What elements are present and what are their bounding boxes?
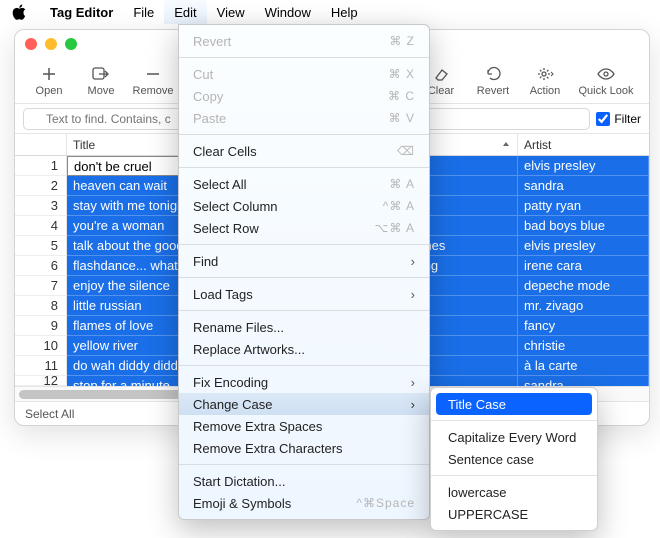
menu-load-tags[interactable]: Load Tags› (179, 283, 429, 305)
chevron-right-icon: › (411, 287, 415, 302)
app-name[interactable]: Tag Editor (40, 5, 123, 20)
col-number[interactable] (15, 134, 67, 155)
submenu-capitalize[interactable]: Capitalize Every Word (436, 426, 592, 448)
change-case-submenu: Title Case Capitalize Every Word Sentenc… (430, 387, 598, 531)
menu-window[interactable]: Window (255, 0, 321, 24)
menu-select-row[interactable]: Select Row⌥⌘ A (179, 217, 429, 239)
delete-key-icon: ⌫ (397, 144, 415, 158)
menu-help[interactable]: Help (321, 0, 368, 24)
plus-icon (39, 65, 59, 83)
minimize-button[interactable] (45, 38, 57, 50)
action-button[interactable]: Action (519, 60, 571, 102)
window-controls (25, 38, 77, 50)
remove-button[interactable]: Remove (127, 60, 179, 102)
chevron-right-icon: › (411, 254, 415, 269)
move-button[interactable]: Move (75, 60, 127, 102)
menu-remove-spaces[interactable]: Remove Extra Spaces (179, 415, 429, 437)
menu-cut[interactable]: Cut⌘ X (179, 63, 429, 85)
quicklook-button[interactable]: Quick Look (571, 60, 641, 102)
filter-label: Filter (614, 112, 641, 126)
menu-select-all[interactable]: Select All⌘ A (179, 173, 429, 195)
menu-file[interactable]: File (123, 0, 164, 24)
minus-icon (143, 65, 163, 83)
close-button[interactable] (25, 38, 37, 50)
menu-find[interactable]: Find› (179, 250, 429, 272)
chevron-right-icon: › (411, 397, 415, 412)
submenu-uppercase[interactable]: UPPERCASE (436, 503, 592, 525)
menu-rename-files[interactable]: Rename Files... (179, 316, 429, 338)
maximize-button[interactable] (65, 38, 77, 50)
menu-fix-encoding[interactable]: Fix Encoding› (179, 371, 429, 393)
submenu-lowercase[interactable]: lowercase (436, 481, 592, 503)
status-text: Select All (25, 407, 74, 421)
eye-icon (596, 65, 616, 83)
menu-edit[interactable]: Edit (164, 0, 206, 24)
eraser-icon (431, 65, 451, 83)
apple-menu-icon[interactable] (12, 3, 30, 21)
edit-menu-dropdown: Revert⌘ Z Cut⌘ X Copy⌘ C Paste⌘ V Clear … (178, 24, 430, 520)
filter-checkbox[interactable] (596, 112, 610, 126)
open-button[interactable]: Open (23, 60, 75, 102)
menu-replace-artworks[interactable]: Replace Artworks... (179, 338, 429, 360)
menubar: Tag Editor File Edit View Window Help (0, 0, 660, 24)
menu-paste[interactable]: Paste⌘ V (179, 107, 429, 129)
menu-emoji[interactable]: Emoji & Symbols^⌘Space (179, 492, 429, 514)
submenu-sentence[interactable]: Sentence case (436, 448, 592, 470)
submenu-title-case[interactable]: Title Case (436, 393, 592, 415)
revert-button[interactable]: Revert (467, 60, 519, 102)
menu-change-case[interactable]: Change Case› (179, 393, 429, 415)
menu-revert[interactable]: Revert⌘ Z (179, 30, 429, 52)
col-artist[interactable]: Artist (518, 134, 649, 155)
cell-artist[interactable]: elvis presley (518, 156, 649, 176)
chevron-right-icon: › (411, 375, 415, 390)
undo-icon (483, 65, 503, 83)
menu-start-dictation[interactable]: Start Dictation... (179, 470, 429, 492)
menu-remove-chars[interactable]: Remove Extra Characters (179, 437, 429, 459)
gear-icon (535, 65, 555, 83)
menu-clear-cells[interactable]: Clear Cells⌫ (179, 140, 429, 162)
move-icon (91, 65, 111, 83)
menu-copy[interactable]: Copy⌘ C (179, 85, 429, 107)
menu-view[interactable]: View (207, 0, 255, 24)
menu-select-column[interactable]: Select Column^⌘ A (179, 195, 429, 217)
